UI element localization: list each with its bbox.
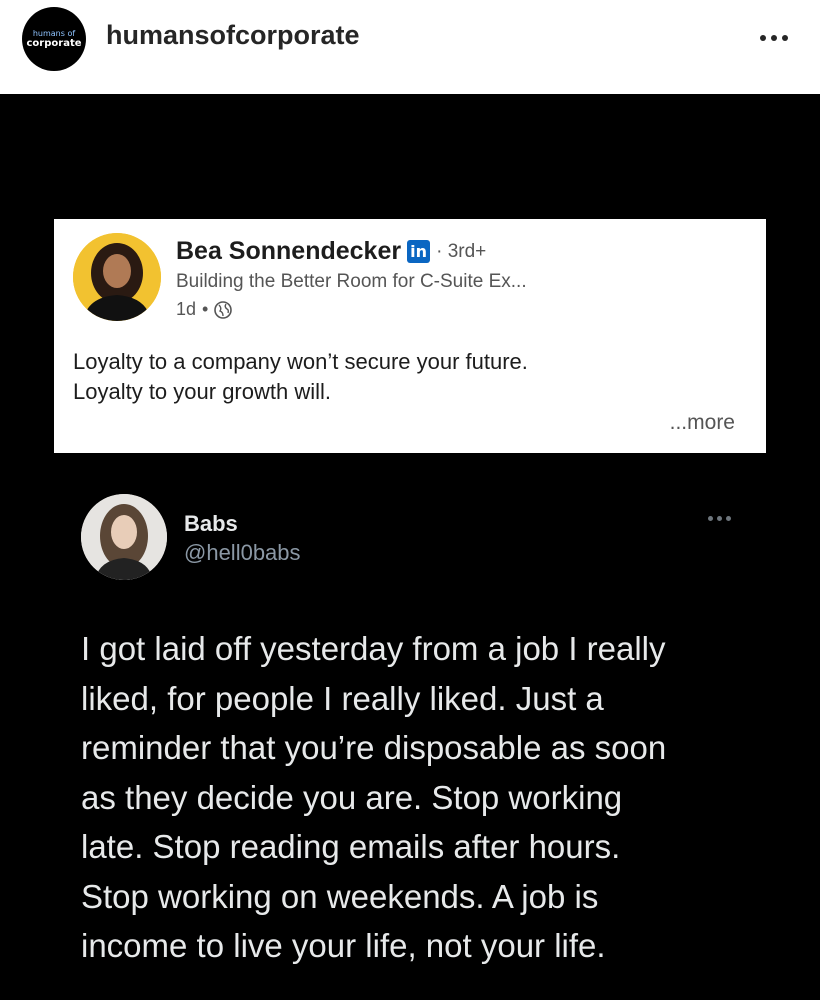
linkedin-author-headline: Building the Better Room for C-Suite Ex.… [176, 271, 527, 292]
linkedin-author-name[interactable]: Bea Sonnendecker [176, 237, 401, 266]
tweet-line: reminder that you’re disposable as soon [81, 729, 667, 766]
linkedin-post-card: Bea Sonnendecker in · 3rd+ Building the … [54, 219, 766, 453]
globe-icon [214, 300, 233, 319]
tweet-line: income to live your life, not your life. [81, 927, 606, 964]
dot [717, 516, 722, 521]
post-meta: 1d • [176, 299, 233, 320]
post-time: 1d [176, 299, 197, 319]
dot [726, 516, 731, 521]
tweet-text: I got laid off yesterday from a job I re… [81, 624, 771, 971]
post-line: Loyalty to a company won’t secure your f… [73, 349, 528, 374]
tweet-author-name[interactable]: Babs [184, 511, 238, 537]
logo-text-bottom: corporate [26, 38, 82, 49]
linkedin-icon: in [407, 240, 431, 263]
dot [708, 516, 713, 521]
account-username[interactable]: humansofcorporate [106, 20, 360, 51]
see-more-link[interactable]: ...more [670, 411, 735, 435]
linkedin-author-avatar[interactable] [73, 233, 161, 321]
tweet-line: Stop working on weekends. A job is [81, 877, 599, 915]
dot [760, 35, 766, 41]
tweet-author-handle[interactable]: @hell0babs [184, 540, 301, 566]
more-options-icon[interactable] [752, 18, 796, 58]
person-photo-icon [73, 233, 161, 321]
instagram-post-header: humans of corporate humansofcorporate [0, 0, 820, 94]
dot [782, 35, 788, 41]
tweet-line: as they decide you are. Stop working [81, 778, 623, 816]
linkedin-post-text: Loyalty to a company won’t secure your f… [73, 347, 528, 407]
tweet-author-avatar[interactable] [81, 494, 167, 580]
logo-text-top: humans of [32, 29, 76, 38]
connection-degree: · 3rd+ [436, 240, 487, 262]
tweet-more-icon[interactable] [708, 516, 731, 521]
account-avatar[interactable]: humans of corporate [22, 7, 86, 71]
person-photo-icon [81, 494, 167, 580]
meta-separator: • [202, 299, 209, 319]
tweet-line: late. Stop reading emails after hours. [81, 828, 621, 865]
dot [771, 35, 777, 41]
linkedin-author-row: Bea Sonnendecker in · 3rd+ [176, 237, 486, 266]
tweet-line: I got laid off yesterday from a job I re… [81, 630, 666, 667]
post-line: Loyalty to your growth will. [73, 379, 331, 404]
tweet-line: liked, for people I really liked. Just a [81, 679, 604, 717]
